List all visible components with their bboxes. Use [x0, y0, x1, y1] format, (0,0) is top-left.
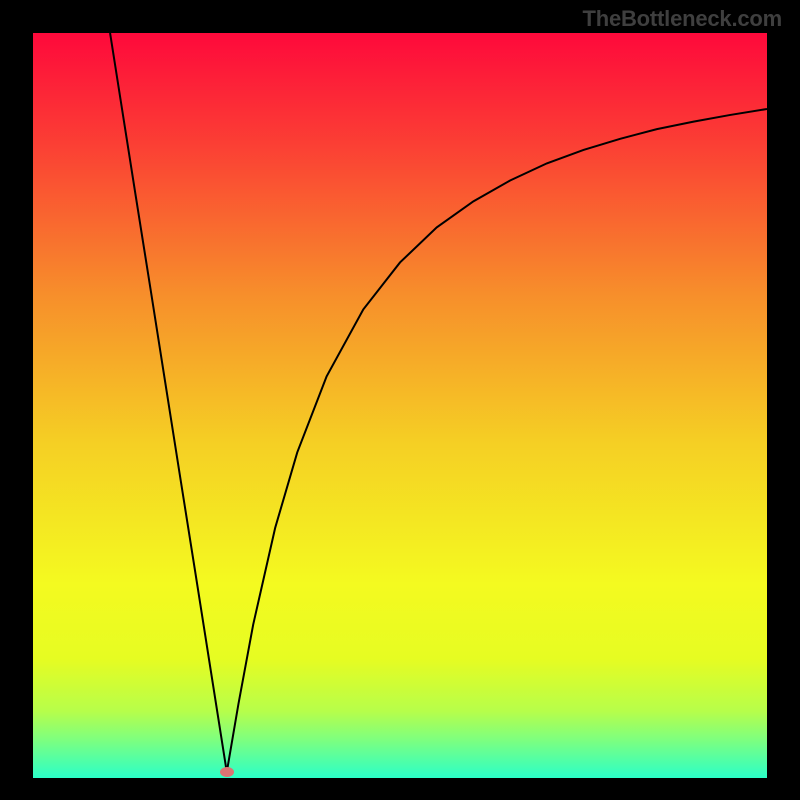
bottleneck-marker — [220, 767, 234, 777]
watermark-text: TheBottleneck.com — [582, 6, 782, 32]
gradient-background — [33, 33, 767, 778]
plot-canvas — [33, 33, 767, 778]
chart-frame: TheBottleneck.com — [0, 0, 800, 800]
plot-area — [33, 33, 767, 778]
